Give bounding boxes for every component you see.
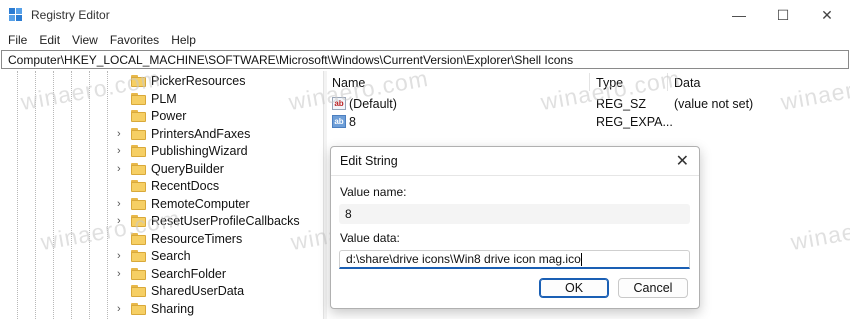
- edit-string-dialog: Edit String ✕ Value name: 8 Value data: …: [330, 146, 700, 309]
- folder-icon: [131, 145, 146, 157]
- value-data: (value not set): [674, 97, 754, 111]
- tree-item-label: Power: [151, 109, 187, 123]
- dialog-title: Edit String: [340, 154, 398, 168]
- dialog-close-icon[interactable]: ✕: [676, 151, 689, 171]
- string-value-icon: ab: [332, 115, 346, 128]
- text-caret: [580, 253, 582, 267]
- folder-icon: [131, 127, 146, 140]
- tree-item[interactable]: RecentDocs: [0, 178, 320, 195]
- tree-item-label: Search: [151, 249, 191, 263]
- chevron-right-icon[interactable]: ›: [117, 250, 121, 262]
- chevron-right-icon[interactable]: ›: [117, 268, 121, 280]
- chevron-right-icon[interactable]: ›: [117, 303, 121, 315]
- value-data-input[interactable]: d:\share\drive icons\Win8 drive icon mag…: [339, 250, 690, 269]
- window-title: Registry Editor: [31, 8, 110, 22]
- tree-item-label: SearchFolder: [151, 266, 227, 281]
- menu-file[interactable]: File: [0, 33, 33, 47]
- tree-item[interactable]: SharedUserData: [0, 283, 320, 300]
- menu-bar: File Edit View Favorites Help: [0, 30, 850, 50]
- value-name: 8: [349, 115, 356, 129]
- value-name-label: Value name:: [340, 185, 407, 199]
- chevron-right-icon[interactable]: ›: [117, 198, 121, 210]
- chevron-right-icon[interactable]: ›: [117, 163, 121, 175]
- tree-item-label: PickerResources: [151, 74, 246, 88]
- menu-view[interactable]: View: [66, 33, 104, 47]
- minimize-button[interactable]: —: [716, 0, 762, 30]
- folder-icon: [131, 285, 146, 297]
- value-name-text: 8: [345, 207, 352, 221]
- tree-item-label: PublishingWizard: [151, 144, 248, 158]
- dialog-divider: [331, 175, 699, 176]
- menu-favorites[interactable]: Favorites: [104, 33, 165, 47]
- tree-item-label: RecentDocs: [151, 179, 220, 193]
- tree-item-label: SharedUserData: [151, 284, 245, 298]
- value-type: REG_EXPA...: [596, 115, 673, 129]
- tree-item[interactable]: › PublishingWizard: [0, 143, 320, 160]
- tree-item-label: QueryBuilder: [151, 161, 224, 176]
- value-name-field: 8: [339, 204, 690, 224]
- tree-item-label: PrintersAndFaxes: [151, 126, 251, 141]
- tree-item[interactable]: › Sharing: [0, 301, 320, 318]
- tree-item[interactable]: › PrintersAndFaxes: [0, 126, 320, 143]
- folder-icon: [131, 250, 146, 262]
- value-row-selected[interactable]: ab 8 REG_EXPA...: [327, 114, 850, 131]
- tree-item[interactable]: › SearchFolder: [0, 266, 320, 283]
- folder-icon: [131, 110, 146, 122]
- folder-icon: [131, 267, 146, 280]
- chevron-right-icon[interactable]: ›: [117, 128, 121, 140]
- folder-icon: [131, 162, 146, 175]
- folder-icon: [131, 302, 146, 315]
- folder-icon: [131, 180, 146, 192]
- value-data-label: Value data:: [340, 231, 400, 245]
- maximize-button[interactable]: ☐: [760, 0, 806, 30]
- chevron-right-icon[interactable]: ›: [117, 145, 121, 157]
- title-bar: Registry Editor — ☐ ✕: [0, 0, 850, 30]
- folder-icon: [131, 197, 146, 210]
- value-data-text: d:\share\drive icons\Win8 drive icon mag…: [346, 252, 581, 266]
- menu-help[interactable]: Help: [165, 33, 202, 47]
- tree-item-label: Sharing: [151, 301, 195, 316]
- tree-item[interactable]: › QueryBuilder: [0, 161, 320, 178]
- ok-button[interactable]: OK: [539, 278, 609, 298]
- menu-edit[interactable]: Edit: [33, 33, 66, 47]
- registry-editor-icon: [9, 8, 23, 22]
- tree-item-label: PLM: [151, 91, 177, 106]
- close-button[interactable]: ✕: [804, 0, 850, 30]
- cancel-button[interactable]: Cancel: [618, 278, 688, 298]
